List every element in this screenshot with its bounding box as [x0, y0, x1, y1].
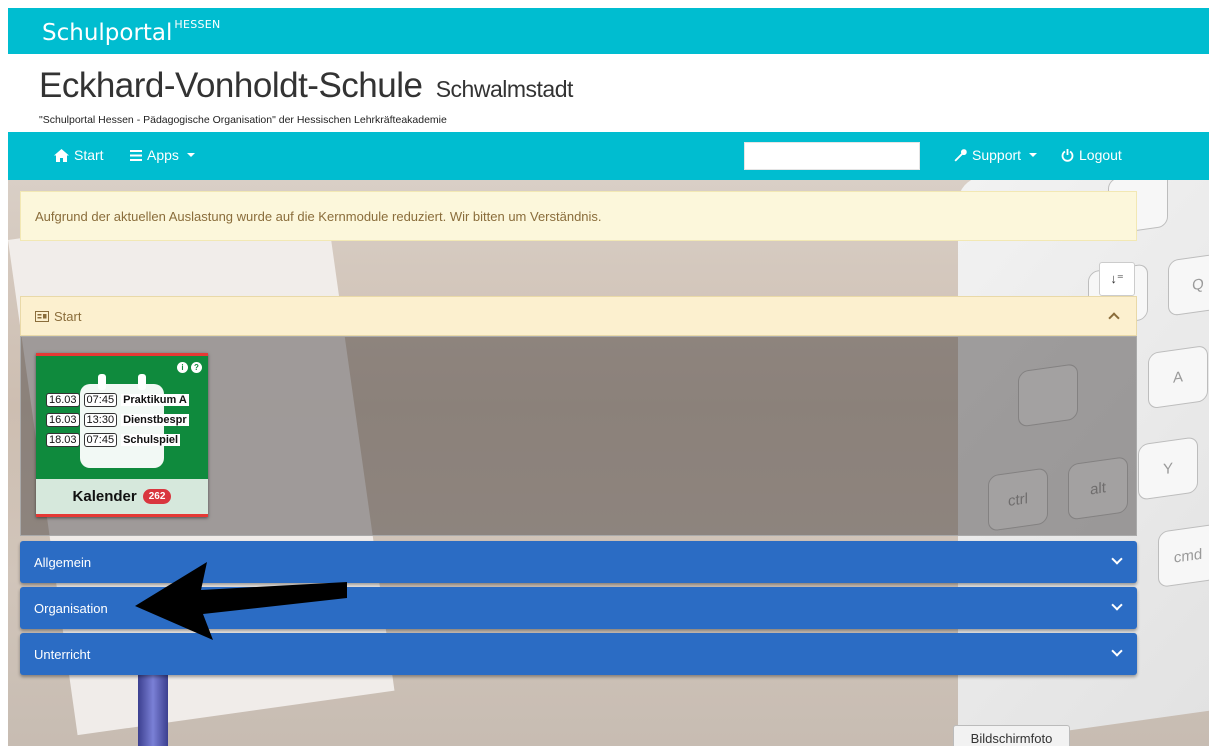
keyboard-key: cmd	[1158, 523, 1209, 588]
event-time: 07:45	[83, 433, 118, 447]
school-name: Eckhard-Vonholdt-Schule	[39, 66, 423, 105]
school-title: Eckhard-Vonholdt-Schule Schwalmstadt	[39, 66, 573, 106]
calendar-event: 16.03 07:45 Praktikum A	[46, 392, 189, 408]
home-icon	[54, 148, 69, 162]
nav-start[interactable]: Start	[54, 147, 104, 163]
event-time: 13:30	[83, 413, 118, 427]
nav-support[interactable]: Support	[954, 147, 1038, 163]
keyboard-key: A	[1148, 344, 1208, 410]
event-title: Praktikum A	[121, 394, 189, 406]
calendar-tile-footer: Kalender 262	[36, 479, 208, 517]
event-date: 16.03	[46, 393, 80, 407]
chevron-up-icon	[1108, 312, 1120, 324]
chevron-down-icon	[1111, 553, 1123, 565]
brand-name: Schulportal	[42, 20, 173, 46]
nav-apps-label: Apps	[147, 147, 179, 163]
brand-bar: Schulportal HESSEN	[8, 8, 1209, 54]
event-title: Dienstbespr	[121, 414, 189, 426]
info-icon[interactable]: i	[177, 362, 188, 373]
event-time: 07:45	[83, 393, 118, 407]
calendar-ring	[98, 374, 106, 390]
school-header: Eckhard-Vonholdt-Schule Schwalmstadt "Sc…	[8, 54, 1209, 132]
search-input[interactable]	[744, 142, 920, 170]
tile-actions: i ?	[177, 362, 202, 373]
nav-logout-label: Logout	[1079, 147, 1122, 163]
nav-start-label: Start	[74, 147, 104, 163]
chevron-down-icon	[186, 153, 195, 157]
calendar-tile-title: Kalender	[72, 488, 137, 505]
navbar: Start Apps Support Logout	[8, 132, 1209, 180]
annotation-arrow	[135, 562, 347, 640]
section-label: Organisation	[34, 600, 108, 616]
event-date: 16.03	[46, 413, 80, 427]
nav-apps[interactable]: Apps	[130, 147, 195, 163]
calendar-count-badge: 262	[142, 489, 172, 504]
wrench-icon	[954, 148, 967, 161]
screenshot-button[interactable]: Bildschirmfoto	[953, 725, 1070, 746]
section-label: Allgemein	[34, 554, 92, 570]
chevron-down-icon	[1029, 153, 1038, 157]
chevron-down-icon	[1111, 645, 1123, 657]
start-panel-header[interactable]: Start	[20, 296, 1137, 336]
nav-support-label: Support	[972, 147, 1022, 163]
brand-logo[interactable]: Schulportal HESSEN	[42, 18, 221, 46]
calendar-event: 18.03 07:45 Schulspiel	[46, 432, 181, 448]
section-label: Unterricht	[34, 646, 91, 662]
panel-icon	[35, 310, 49, 322]
menu-icon	[130, 149, 142, 161]
start-panel-title: Start	[54, 308, 82, 324]
event-title: Schulspiel	[121, 434, 181, 446]
sort-icon: ↓⁼	[1110, 271, 1124, 286]
power-icon	[1061, 148, 1074, 162]
calendar-tile[interactable]: i ? 16.03 07:45 Praktikum A 16.03 13:30 …	[36, 353, 208, 517]
help-icon[interactable]: ?	[191, 362, 202, 373]
school-city: Schwalmstadt	[435, 76, 574, 102]
brand-region: HESSEN	[174, 18, 221, 31]
calendar-tile-preview: i ? 16.03 07:45 Praktikum A 16.03 13:30 …	[36, 353, 208, 479]
keyboard-key: Y	[1138, 436, 1198, 501]
calendar-event: 16.03 13:30 Dienstbespr	[46, 412, 189, 428]
event-date: 18.03	[46, 433, 80, 447]
chevron-down-icon	[1111, 599, 1123, 611]
keyboard-key: Q	[1168, 252, 1209, 317]
sort-button[interactable]: ↓⁼	[1099, 262, 1135, 296]
page: Schulportal HESSEN Eckhard-Vonholdt-Schul…	[0, 0, 1217, 746]
school-subtitle: "Schulportal Hessen - Pädagogische Organ…	[39, 114, 447, 126]
calendar-ring	[138, 374, 146, 390]
notice-banner: Aufgrund der aktuellen Auslastung wurde …	[20, 191, 1137, 241]
nav-logout[interactable]: Logout	[1061, 147, 1122, 163]
